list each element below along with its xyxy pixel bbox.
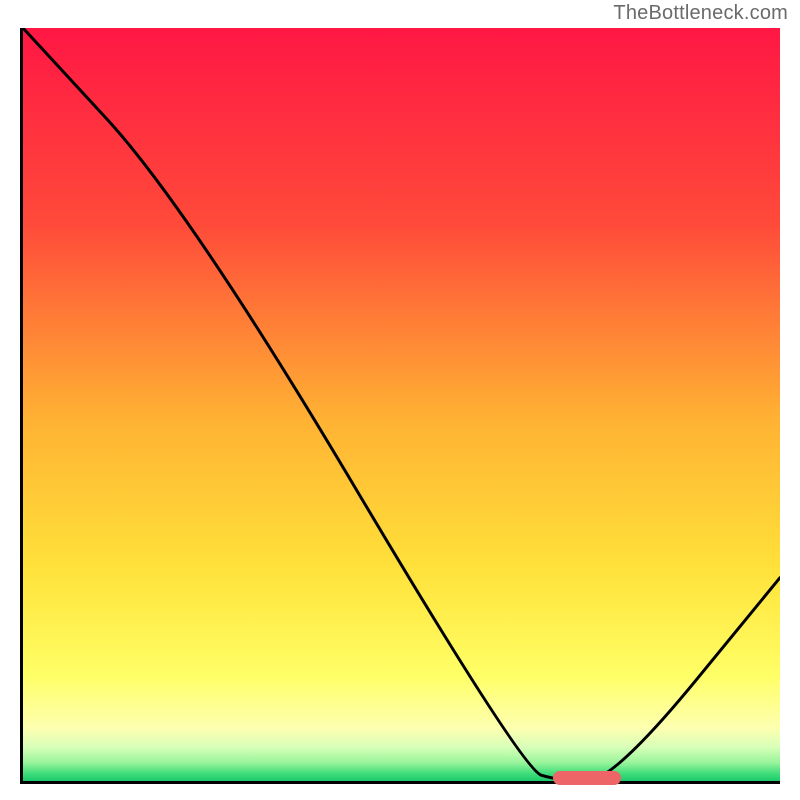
watermark-text: TheBottleneck.com — [613, 2, 788, 25]
chart-highlight-marker — [553, 771, 621, 785]
chart-svg — [23, 28, 780, 781]
chart-plot-area — [23, 28, 780, 781]
chart-background-gradient — [23, 28, 780, 781]
